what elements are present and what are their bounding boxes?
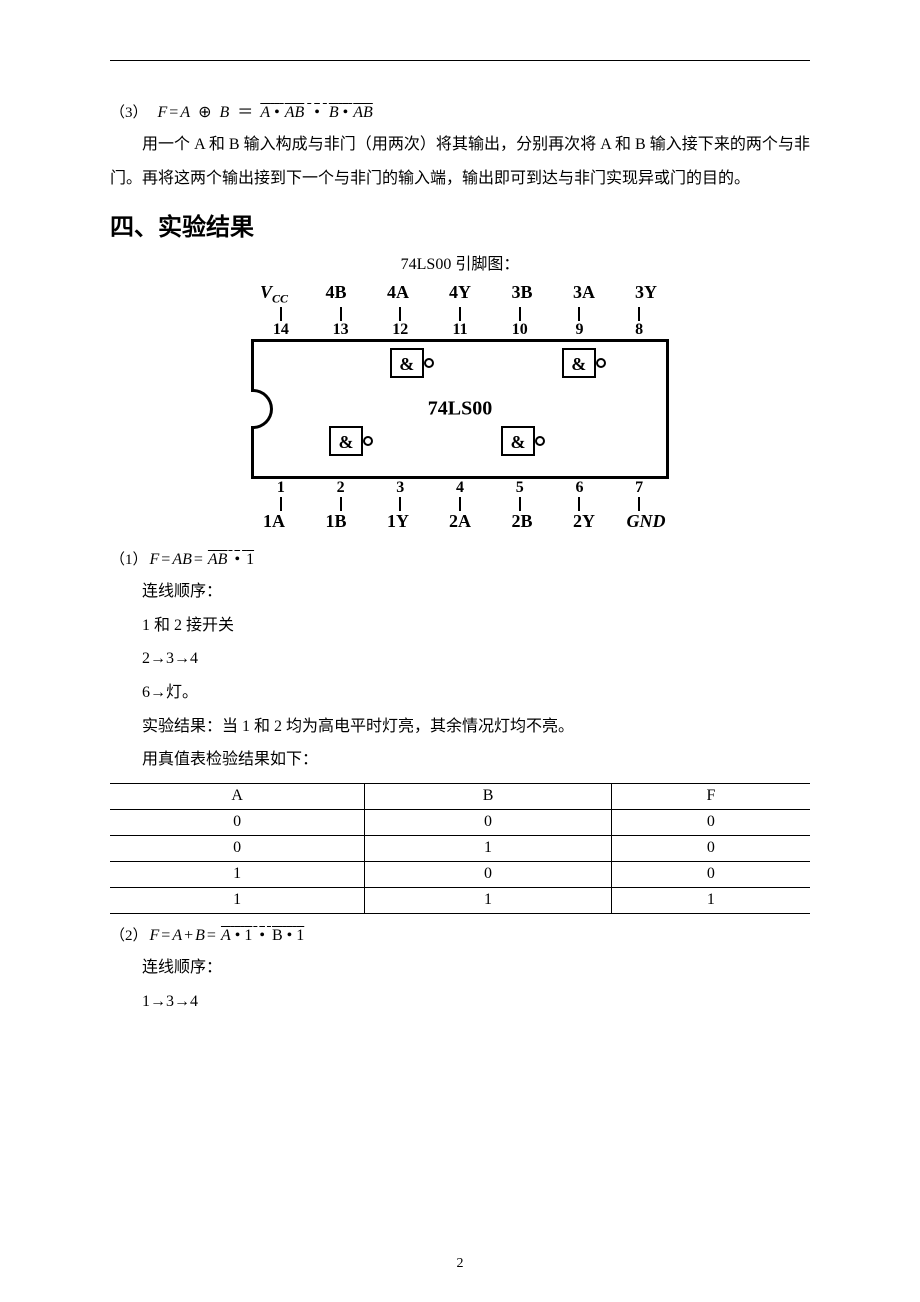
gate-row-top: & & — [287, 348, 658, 392]
chip-notch — [251, 389, 273, 429]
f3-term1-bar: A • AB — [258, 103, 307, 122]
gate-row-bot: & & — [287, 426, 658, 470]
pinout-caption: 74LS00 引脚图： — [110, 250, 810, 274]
sub1-l2: 2→3→4 — [142, 642, 810, 676]
pin-label-3a: 3A — [553, 282, 615, 307]
section-heading: 四、实验结果 — [110, 207, 810, 242]
page-number: 2 — [0, 1256, 920, 1272]
sub1-seq-label: 连线顺序： — [142, 575, 810, 609]
gate-2: & — [483, 426, 573, 456]
sub2-l1: 1→3→4 — [142, 985, 810, 1019]
pinout-bot-ticks — [251, 497, 669, 511]
f3-F: F — [158, 103, 168, 122]
pinout-diagram: VCC 4B 4A 4Y 3B 3A 3Y 14 13 12 11 10 9 8… — [110, 282, 810, 532]
table-row: 111 — [110, 887, 810, 913]
formula-1: （1） F = AB = AB • 1 — [110, 550, 810, 569]
pinout-top-nums: 14 13 12 11 10 9 8 — [251, 321, 669, 339]
gate-1: & — [311, 426, 401, 456]
gate-bubble — [535, 436, 545, 446]
sub1-result: 实验结果：当 1 和 2 均为高电平时灯亮，其余情况灯均不亮。 — [142, 710, 810, 744]
f2-outer-bar: A • 1 • B • 1 — [218, 924, 307, 945]
pin-label-4b: 4B — [305, 282, 367, 307]
formula-3: （3） F = A ⊕ B ＝ A • AB • B • AB — [110, 101, 810, 122]
gate-4: & — [372, 348, 462, 378]
f3-xor: ⊕ — [198, 103, 211, 122]
pinout-top-labels: VCC 4B 4A 4Y 3B 3A 3Y — [243, 282, 677, 307]
sub-1: （1） F = AB = AB • 1 连线顺序： 1 和 2 接开关 2→3→… — [110, 550, 810, 914]
table-row: 100 — [110, 861, 810, 887]
sub1-l3: 6→灯。 — [142, 676, 810, 710]
truth-table-1: A B F 000 010 100 111 — [110, 783, 810, 914]
gate-bubble — [596, 358, 606, 368]
pin-label-3y: 3Y — [615, 282, 677, 307]
f3-term2-bar: B • AB — [327, 103, 376, 122]
sub-2: （2） F = A + B = A • 1 • B • 1 连线顺序： 1→3→… — [110, 924, 810, 1018]
table-row: 010 — [110, 835, 810, 861]
pin-label-4a: 4A — [367, 282, 429, 307]
formula-2: （2） F = A + B = A • 1 • B • 1 — [110, 924, 810, 945]
f3-eq1: = — [169, 103, 178, 122]
f1-outer-bar: AB • 1 — [205, 550, 256, 569]
gate-3: & — [544, 348, 634, 378]
pin-label-3b: 3B — [491, 282, 553, 307]
f3-A: A — [180, 103, 190, 122]
para-1: 用一个 A 和 B 输入构成与非门（用两次）将其输出，分别再次将 A 和 B 输… — [110, 128, 810, 195]
f3-eq2: ＝ — [237, 103, 253, 122]
f3-outer-bar: A • AB • B • AB — [255, 101, 378, 122]
formula-3-prefix: （3） — [110, 104, 148, 122]
top-rule — [110, 60, 810, 61]
chip-name: 74LS00 — [428, 397, 492, 420]
pinout-top-ticks — [251, 307, 669, 321]
table-row: A B F — [110, 783, 810, 809]
gate-bubble — [363, 436, 373, 446]
sub2-seq-label: 连线顺序： — [142, 951, 810, 985]
chip-body: 74LS00 & & & & — [251, 339, 669, 479]
sub1-check: 用真值表检验结果如下： — [142, 743, 810, 777]
pin-label-4y: 4Y — [429, 282, 491, 307]
pinout-bot-nums: 1 2 3 4 5 6 7 — [251, 479, 669, 497]
f3-B: B — [220, 103, 230, 122]
table-row: 000 — [110, 809, 810, 835]
sub1-l1: 1 和 2 接开关 — [142, 609, 810, 643]
pinout-bot-labels: 1A 1B 1Y 2A 2B 2Y GND — [243, 511, 677, 532]
gate-bubble — [424, 358, 434, 368]
pin-label-vcc: VCC — [243, 282, 305, 307]
